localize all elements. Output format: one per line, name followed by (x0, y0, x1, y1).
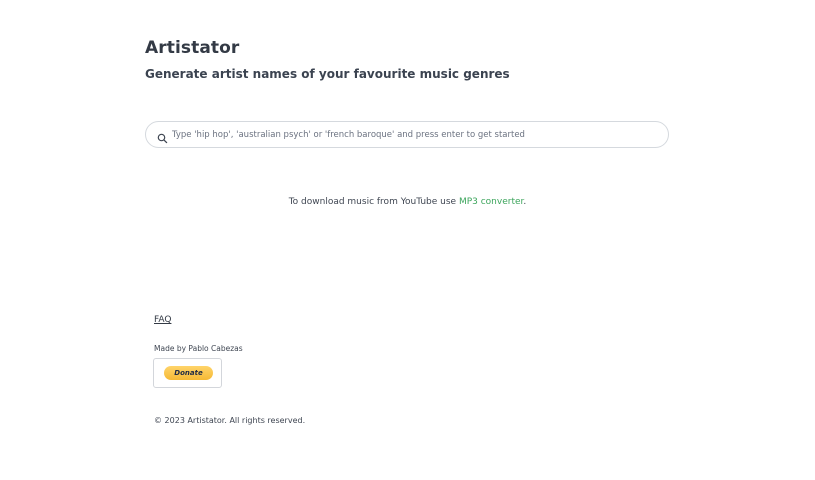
made-by-text: Made by Pablo Cabezas (154, 344, 243, 353)
search-input[interactable] (172, 122, 662, 147)
mp3-converter-link[interactable]: MP3 converter (459, 197, 523, 207)
donate-widget: Donate (153, 358, 222, 388)
page: Artistator Generate artist names of your… (0, 0, 815, 480)
donate-button[interactable]: Donate (164, 366, 213, 380)
search-icon (157, 129, 168, 144)
app-subtitle: Generate artist names of your favourite … (145, 67, 510, 81)
download-note: To download music from YouTube use MP3 c… (0, 197, 815, 207)
app-title: Artistator (145, 38, 240, 58)
download-note-text: To download music from YouTube use (288, 197, 459, 207)
download-note-suffix: . (523, 197, 527, 207)
copyright-text: © 2023 Artistator. All rights reserved. (154, 416, 306, 425)
search-box[interactable] (145, 121, 669, 148)
faq-link[interactable]: FAQ (154, 315, 171, 325)
